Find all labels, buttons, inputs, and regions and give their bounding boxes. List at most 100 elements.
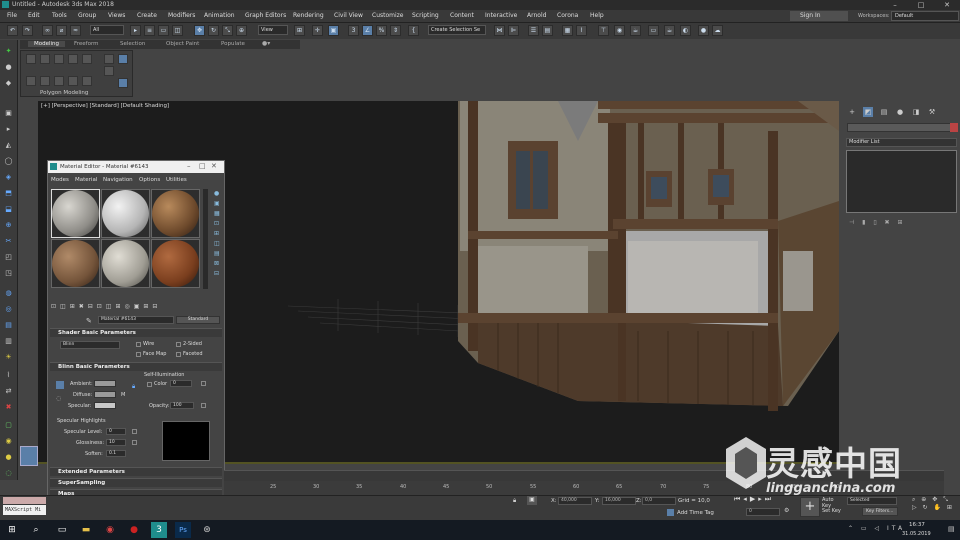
menu-rendering[interactable]: Rendering bbox=[293, 12, 324, 19]
material-name-field[interactable]: Material #6143 bbox=[98, 316, 174, 324]
ribbon-tab-selection[interactable]: Selection bbox=[120, 41, 145, 47]
maxscript-mini-listener[interactable]: MAXScript Mi bbox=[3, 505, 46, 515]
material-type-button[interactable]: Standard bbox=[176, 316, 220, 324]
paint-select-icon[interactable]: ◆ bbox=[3, 78, 14, 88]
lock-ambient-diffuse-icon[interactable] bbox=[56, 381, 64, 389]
flip-icon[interactable]: ⇄ bbox=[3, 386, 14, 396]
chrome-icon[interactable]: ◉ bbox=[102, 522, 118, 538]
undo-icon[interactable]: ↶ bbox=[7, 25, 18, 36]
self-illum-map-button[interactable] bbox=[201, 381, 206, 386]
select-scale-icon[interactable]: ⤡ bbox=[222, 25, 233, 36]
select-icon[interactable]: ● bbox=[3, 62, 14, 72]
sample-slot[interactable] bbox=[51, 239, 100, 288]
viewport-navigation-controls[interactable]: ⌕ ⊕ ✥ ⤡ ▷ ↻ ✋ ⊞ bbox=[912, 496, 958, 516]
render-iterative-icon[interactable]: ● bbox=[698, 25, 709, 36]
render-production-icon[interactable]: ☕ bbox=[664, 25, 675, 36]
cap-icon[interactable]: ● bbox=[3, 452, 14, 462]
curve-editor-icon[interactable]: ⌇ bbox=[576, 25, 587, 36]
viewport-layout-tab[interactable] bbox=[20, 446, 38, 466]
ribbon-button[interactable] bbox=[54, 54, 64, 64]
shader-basic-rollout[interactable]: Shader Basic Parameters bbox=[50, 328, 222, 337]
app-icon[interactable]: ⊛ bbox=[199, 522, 215, 538]
utilities-panel-icon[interactable]: ⚒ bbox=[927, 107, 937, 117]
material-side-toolbar[interactable]: ● ▣ ▦ ⊡ ⊞ ◫ ▤ ⊠ ⊟ bbox=[214, 189, 222, 289]
modifier-list-dropdown[interactable]: Modifier List bbox=[846, 138, 957, 147]
me-maximize-button[interactable]: □ bbox=[199, 162, 206, 170]
hierarchy-panel-icon[interactable]: ▤ bbox=[879, 107, 889, 117]
bevel-icon[interactable]: ◳ bbox=[3, 268, 14, 278]
keyboard-shortcut-override-icon[interactable]: ▣ bbox=[328, 25, 339, 36]
slots-scrollbar[interactable] bbox=[203, 189, 208, 289]
set-key-icon[interactable]: + bbox=[800, 497, 820, 517]
edit-named-selection-icon[interactable]: { bbox=[408, 25, 419, 36]
wire-checkbox[interactable] bbox=[136, 342, 141, 347]
specular-color-swatch[interactable] bbox=[94, 402, 116, 409]
face-map-checkbox[interactable] bbox=[136, 352, 141, 357]
ribbon-button[interactable] bbox=[26, 76, 36, 86]
ribbon-button[interactable] bbox=[40, 54, 50, 64]
sample-slot[interactable] bbox=[51, 189, 100, 238]
connect-icon[interactable]: ⊕ bbox=[3, 220, 14, 230]
eyedropper-icon[interactable]: ✎ bbox=[86, 317, 92, 325]
supersampling-rollout[interactable]: SuperSampling bbox=[50, 478, 222, 487]
render-cloud-icon[interactable]: ☁ bbox=[712, 25, 723, 36]
blinn-basic-rollout[interactable]: Blinn Basic Parameters bbox=[50, 362, 222, 371]
me-menu-modes[interactable]: Modes bbox=[51, 177, 69, 183]
menu-group[interactable]: Group bbox=[78, 12, 96, 19]
file-explorer-icon[interactable]: ▬ bbox=[78, 522, 94, 538]
ring-icon[interactable]: ◯ bbox=[3, 156, 14, 166]
relax-icon[interactable]: ⌇ bbox=[3, 370, 14, 380]
swift-loop-icon[interactable]: ⬓ bbox=[3, 204, 14, 214]
scene-explorer-icon[interactable]: ☰ bbox=[528, 25, 539, 36]
task-view-icon[interactable]: ▭ bbox=[54, 522, 70, 538]
placement-icon[interactable]: ⊕ bbox=[236, 25, 247, 36]
absolute-relative-toggle-icon[interactable]: ▣ bbox=[527, 496, 537, 505]
menu-customize[interactable]: Customize bbox=[372, 12, 404, 19]
ribbon-tab-populate[interactable]: Populate bbox=[221, 41, 245, 47]
render-active-shade-icon[interactable]: ◐ bbox=[680, 25, 691, 36]
toggle-ribbon-icon[interactable]: ▦ bbox=[562, 25, 573, 36]
ribbon-button[interactable] bbox=[82, 76, 92, 86]
menu-corona[interactable]: Corona bbox=[557, 12, 578, 19]
ribbon-options-icon[interactable]: ●▾ bbox=[262, 40, 270, 47]
cut-icon[interactable]: ✂ bbox=[3, 236, 14, 246]
maxscript-listener-pink[interactable] bbox=[3, 497, 46, 504]
create-icon[interactable]: ✦ bbox=[3, 46, 14, 56]
named-selection-set-dropdown[interactable]: Create Selection Se bbox=[428, 25, 486, 35]
modifier-stack[interactable] bbox=[846, 150, 957, 213]
menu-animation[interactable]: Animation bbox=[204, 12, 235, 19]
unlink-icon[interactable]: ⌀ bbox=[56, 25, 67, 36]
sample-slot[interactable] bbox=[151, 239, 200, 288]
minimize-button[interactable]: – bbox=[882, 0, 908, 10]
material-editor-icon[interactable]: ◉ bbox=[614, 25, 625, 36]
menu-interactive[interactable]: Interactive bbox=[485, 12, 517, 19]
z-coordinate-field[interactable]: 0,0 bbox=[642, 497, 676, 505]
close-button[interactable]: ✕ bbox=[934, 0, 960, 10]
extrude-icon[interactable]: ◰ bbox=[3, 252, 14, 262]
ribbon-button[interactable] bbox=[104, 66, 114, 76]
motion-panel-icon[interactable]: ● bbox=[895, 107, 905, 117]
spinner-snap-icon[interactable]: ⇕ bbox=[390, 25, 401, 36]
auto-key-button[interactable]: Auto Key bbox=[822, 497, 844, 509]
ribbon-button[interactable] bbox=[104, 54, 114, 64]
menu-views[interactable]: Views bbox=[108, 12, 125, 19]
detach-icon[interactable]: ▢ bbox=[3, 420, 14, 430]
photoshop-taskbar-icon[interactable]: Ps bbox=[175, 522, 191, 538]
menu-content[interactable]: Content bbox=[450, 12, 474, 19]
ribbon-panel-label[interactable]: Polygon Modeling bbox=[40, 90, 88, 96]
angle-snap-icon[interactable]: ∠ bbox=[362, 25, 373, 36]
material-toolbar[interactable]: ⊡◫⊞✖⊟⊡◫⊞◎▣⊞⊟ bbox=[51, 303, 221, 312]
system-tray-icons[interactable]: ⌃ ▭ ◁ ITA bbox=[848, 525, 905, 532]
me-menu-material[interactable]: Material bbox=[75, 177, 97, 183]
y-coordinate-field[interactable]: 16,000 bbox=[602, 497, 636, 505]
glossiness-value[interactable]: 10 bbox=[106, 439, 126, 446]
attach-icon[interactable]: ◉ bbox=[3, 436, 14, 446]
menu-graph-editors[interactable]: Graph Editors bbox=[245, 12, 286, 19]
link-icon[interactable]: ◌ bbox=[56, 395, 64, 403]
opacity-map-button[interactable] bbox=[201, 403, 206, 408]
sample-slot[interactable] bbox=[101, 239, 150, 288]
set-key-button[interactable]: Set Key bbox=[822, 508, 844, 516]
menu-scripting[interactable]: Scripting bbox=[412, 12, 439, 19]
key-filters-button[interactable]: Key Filters... bbox=[862, 507, 898, 516]
menu-tools[interactable]: Tools bbox=[52, 12, 67, 19]
